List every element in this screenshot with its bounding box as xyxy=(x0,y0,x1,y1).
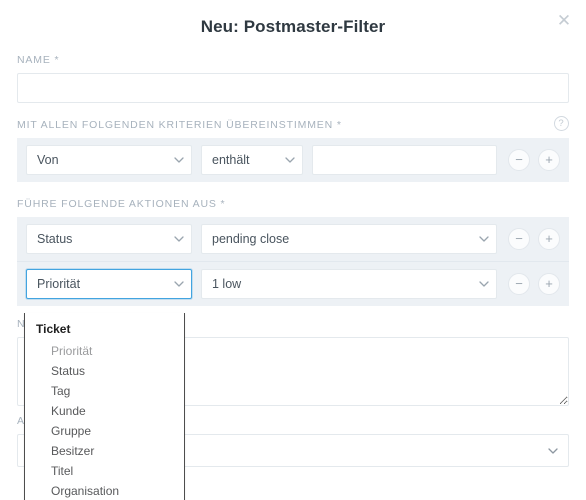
action-value-select-2[interactable]: 1 low xyxy=(201,269,497,299)
criteria-attribute-value: Von xyxy=(37,153,59,167)
name-field-group: NAME * xyxy=(0,54,586,103)
chevron-down-icon xyxy=(548,447,558,454)
criteria-attribute-select[interactable]: Von xyxy=(26,145,192,175)
criteria-rows: Von enthält − + xyxy=(17,138,569,182)
action-attribute-value-2: Priorität xyxy=(37,277,81,291)
remove-row-button[interactable]: − xyxy=(508,273,530,295)
page-title: Neu: Postmaster-Filter xyxy=(200,17,386,36)
name-label: NAME * xyxy=(17,54,569,66)
action-attribute-select-2[interactable]: Priorität xyxy=(26,269,192,299)
dropdown-item-gruppe[interactable]: Gruppe xyxy=(25,421,184,441)
dropdown-item-besitzer[interactable]: Besitzer xyxy=(25,441,184,461)
dropdown-item-titel[interactable]: Titel xyxy=(25,461,184,481)
action-value-select-1[interactable]: pending close xyxy=(201,224,497,254)
dropdown-item-prioritaet[interactable]: Priorität xyxy=(25,341,184,361)
help-icon[interactable]: ? xyxy=(554,116,569,131)
chevron-down-icon xyxy=(285,157,295,163)
chevron-down-icon xyxy=(174,157,184,163)
table-row: Von enthält − + xyxy=(17,138,569,182)
chevron-down-icon xyxy=(174,281,184,287)
close-icon[interactable]: ✕ xyxy=(554,11,574,31)
attribute-dropdown-menu: Ticket Priorität Status Tag Kunde Gruppe… xyxy=(24,313,185,500)
action-row-buttons-2: − + xyxy=(508,273,560,295)
actions-rows: Status pending close − + Priorität 1 low… xyxy=(17,217,569,306)
name-input[interactable] xyxy=(17,73,569,103)
chevron-down-icon xyxy=(174,236,184,242)
add-row-button[interactable]: + xyxy=(538,228,560,250)
name-required-mark: * xyxy=(54,54,60,66)
dropdown-item-status[interactable]: Status xyxy=(25,361,184,381)
remove-row-button[interactable]: − xyxy=(508,149,530,171)
actions-label: FÜHRE FOLGENDE AKTIONEN AUS * xyxy=(17,198,569,210)
criteria-value-input[interactable] xyxy=(312,145,497,175)
chevron-down-icon xyxy=(479,236,489,242)
action-attribute-select-1[interactable]: Status xyxy=(26,224,192,254)
action-row-buttons-1: − + xyxy=(508,228,560,250)
add-row-button[interactable]: + xyxy=(538,149,560,171)
criteria-operator-select[interactable]: enthält xyxy=(201,145,303,175)
action-attribute-value-1: Status xyxy=(37,232,73,246)
dropdown-items: Priorität Status Tag Kunde Gruppe Besitz… xyxy=(25,341,184,500)
modal-header: Neu: Postmaster-Filter ✕ xyxy=(0,0,586,54)
criteria-group: MIT ALLEN FOLGENDEN KRITERIEN ÜBEREINSTI… xyxy=(0,116,586,182)
actions-group: FÜHRE FOLGENDE AKTIONEN AUS * Status pen… xyxy=(0,198,586,306)
table-row: Priorität 1 low − + xyxy=(17,261,569,306)
criteria-label: MIT ALLEN FOLGENDEN KRITERIEN ÜBEREINSTI… xyxy=(17,116,569,131)
dropdown-item-kunde[interactable]: Kunde xyxy=(25,401,184,421)
postmaster-filter-modal: Neu: Postmaster-Filter ✕ NAME * MIT ALLE… xyxy=(0,0,586,500)
remove-row-button[interactable]: − xyxy=(508,228,530,250)
criteria-required-mark: * xyxy=(336,119,342,131)
actions-required-mark: * xyxy=(220,198,226,210)
name-label-text: NAME xyxy=(17,54,51,66)
add-row-button[interactable]: + xyxy=(538,273,560,295)
criteria-operator-value: enthält xyxy=(212,153,250,167)
dropdown-item-organisation[interactable]: Organisation xyxy=(25,481,184,500)
table-row: Status pending close − + xyxy=(17,217,569,261)
action-value-2: 1 low xyxy=(212,277,242,291)
dropdown-item-tag[interactable]: Tag xyxy=(25,381,184,401)
actions-label-text: FÜHRE FOLGENDE AKTIONEN AUS xyxy=(17,198,217,210)
criteria-label-text: MIT ALLEN FOLGENDEN KRITERIEN ÜBEREINSTI… xyxy=(17,119,334,131)
chevron-down-icon xyxy=(479,281,489,287)
criteria-row-buttons: − + xyxy=(508,149,560,171)
action-value-1: pending close xyxy=(212,232,290,246)
dropdown-group-label: Ticket xyxy=(36,322,71,336)
